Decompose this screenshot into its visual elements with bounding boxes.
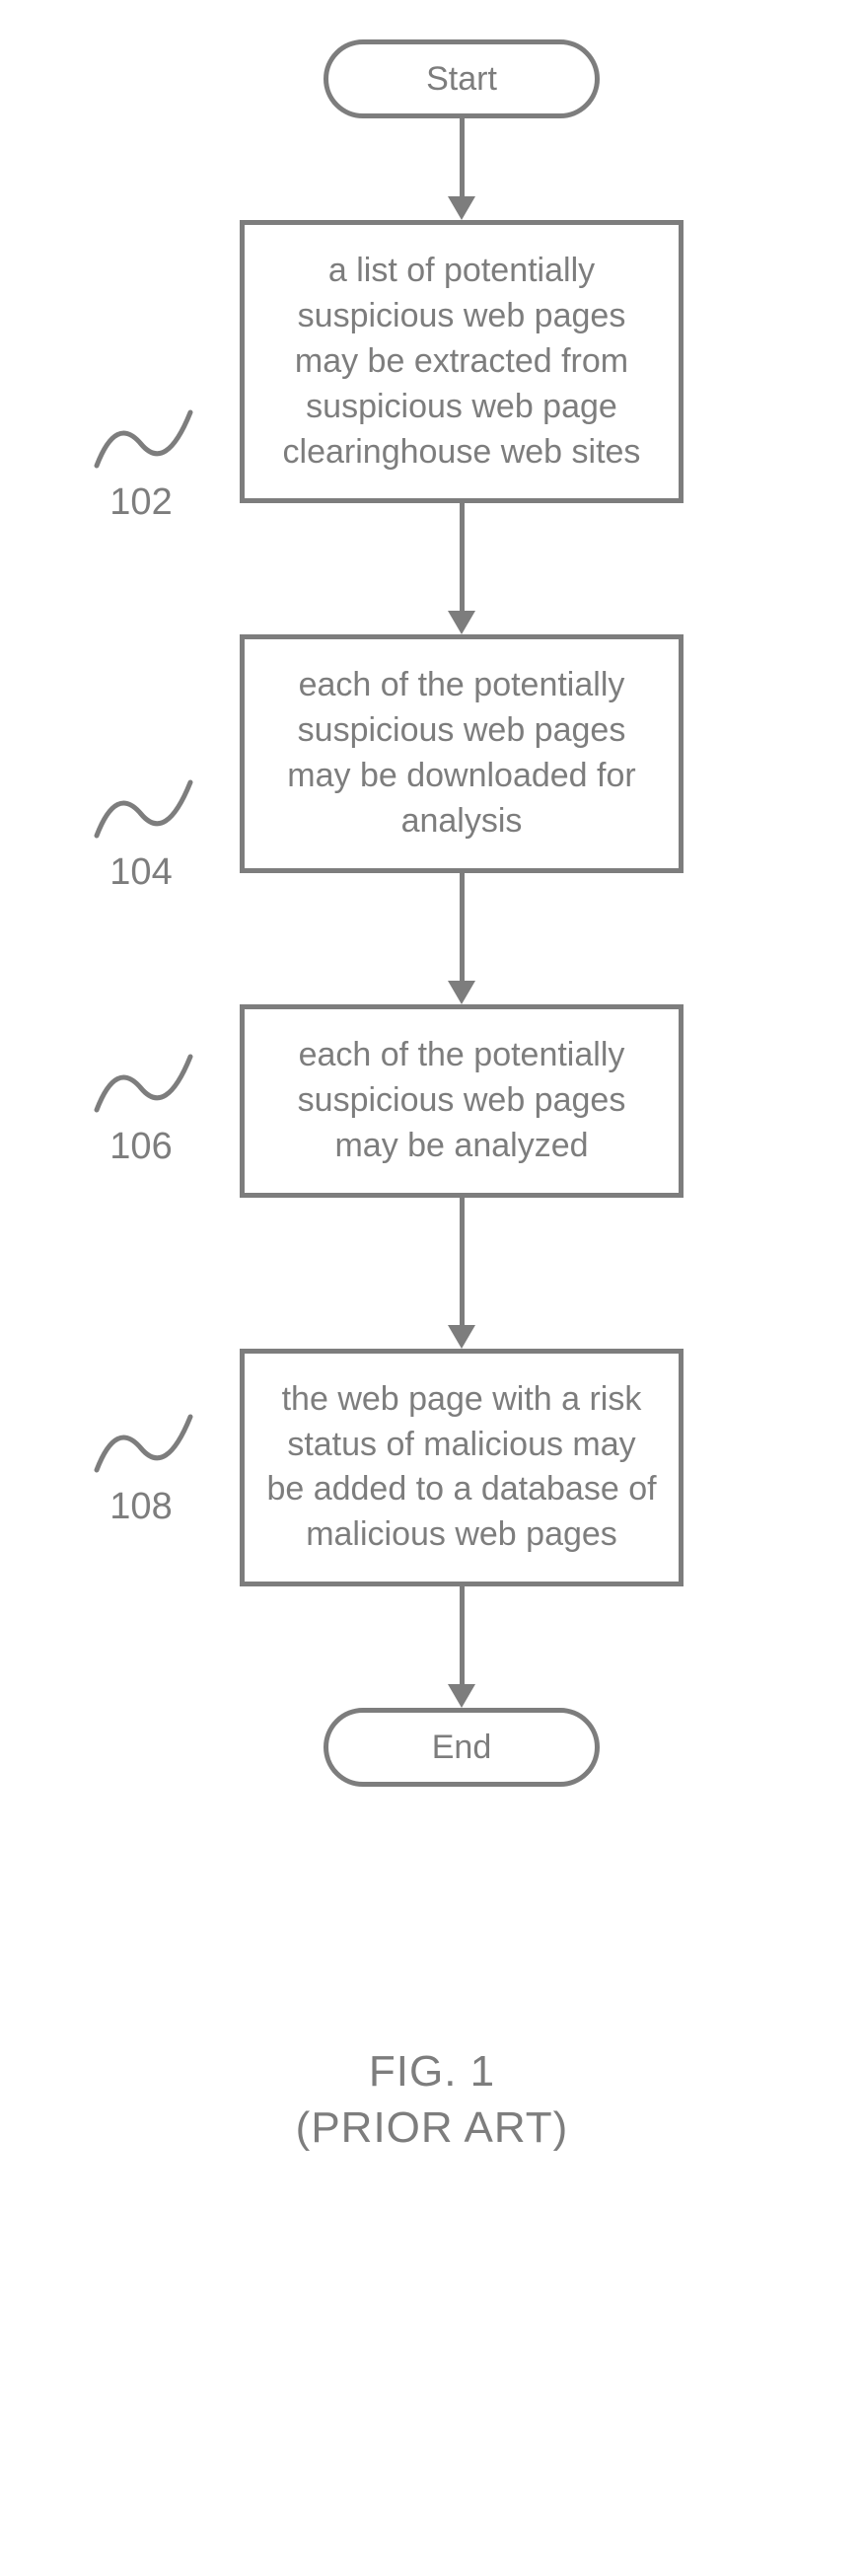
ref-callout-106: 106: [87, 1049, 195, 1172]
figure-caption: FIG. 1 (PRIOR ART): [0, 2043, 864, 2156]
step-row-108: the web page with a risk status of malic…: [118, 1349, 805, 1587]
connector-line: [460, 1586, 465, 1685]
leader-line-icon: [87, 1409, 195, 1478]
process-box-102: a list of potentially suspicious web pag…: [240, 220, 684, 503]
start-label: Start: [426, 60, 497, 99]
process-text: each of the potentially suspicious web p…: [264, 663, 659, 845]
process-text: a list of potentially suspicious web pag…: [264, 249, 659, 475]
process-text: the web page with a risk status of malic…: [264, 1377, 659, 1559]
process-box-104: each of the potentially suspicious web p…: [240, 634, 684, 873]
start-terminal: Start: [324, 39, 600, 118]
process-box-108: the web page with a risk status of malic…: [240, 1349, 684, 1587]
arrowhead-icon: [448, 196, 475, 220]
process-box-106: each of the potentially suspicious web p…: [240, 1004, 684, 1198]
connector: [448, 873, 475, 1004]
connector-line: [460, 873, 465, 982]
connector: [448, 1586, 475, 1708]
caption-line-1: FIG. 1: [0, 2043, 864, 2099]
ref-callout-108: 108: [87, 1409, 195, 1532]
ref-number: 108: [109, 1482, 172, 1532]
connector: [448, 503, 475, 634]
connector: [448, 118, 475, 220]
process-text: each of the potentially suspicious web p…: [264, 1033, 659, 1169]
ref-number: 106: [109, 1122, 172, 1172]
flowchart-diagram: Start a list of potentially suspicious w…: [0, 39, 864, 1787]
ref-callout-102: 102: [87, 405, 195, 528]
step-row-102: a list of potentially suspicious web pag…: [118, 220, 805, 503]
leader-line-icon: [87, 405, 195, 474]
caption-line-2: (PRIOR ART): [0, 2099, 864, 2156]
arrowhead-icon: [448, 1325, 475, 1349]
ref-number: 102: [109, 478, 172, 528]
connector-line: [460, 1198, 465, 1326]
end-label: End: [432, 1729, 492, 1767]
connector: [448, 1198, 475, 1349]
ref-callout-104: 104: [87, 774, 195, 898]
connector-line: [460, 503, 465, 612]
step-row-106: each of the potentially suspicious web p…: [118, 1004, 805, 1198]
arrowhead-icon: [448, 1684, 475, 1708]
arrowhead-icon: [448, 981, 475, 1004]
step-row-104: each of the potentially suspicious web p…: [118, 634, 805, 873]
connector-line: [460, 118, 465, 197]
leader-line-icon: [87, 1049, 195, 1118]
leader-line-icon: [87, 774, 195, 844]
end-terminal: End: [324, 1708, 600, 1787]
arrowhead-icon: [448, 611, 475, 634]
ref-number: 104: [109, 847, 172, 898]
